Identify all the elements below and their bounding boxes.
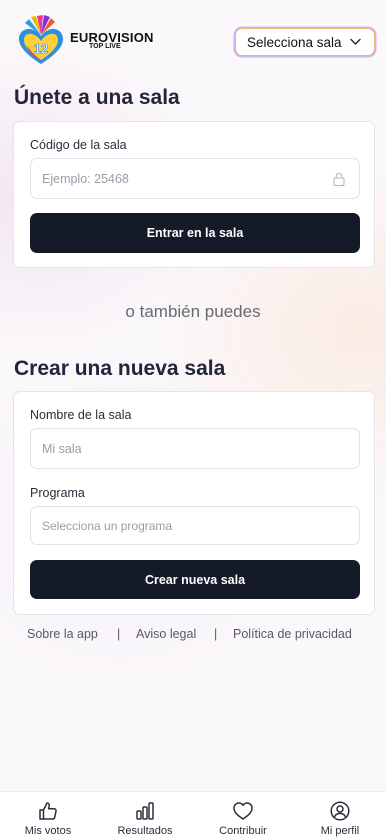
join-room-card: Código de la sala Ejemplo: 25468 Entrar …	[13, 121, 375, 268]
create-room-title: Crear una nueva sala	[14, 357, 226, 380]
room-name-input[interactable]: Mi sala	[30, 428, 360, 469]
user-circle-icon	[330, 801, 350, 821]
tab-my-votes[interactable]: Mis votos	[8, 792, 88, 839]
bar-chart-icon	[136, 802, 154, 820]
heart-logo-icon: 12	[19, 15, 63, 64]
room-name-label: Nombre de la sala	[30, 408, 132, 422]
room-select[interactable]: Selecciona sala	[235, 28, 375, 56]
bottom-tab-bar: Mis votos Resultados Contribuir Mi perfi…	[0, 791, 386, 839]
room-name-placeholder: Mi sala	[42, 441, 82, 456]
tab-my-profile[interactable]: Mi perfil	[300, 792, 380, 839]
legal-notice-link[interactable]: Aviso legal	[136, 627, 196, 641]
link-separator: |	[214, 627, 218, 641]
join-room-button[interactable]: Entrar en la sala	[30, 213, 360, 253]
program-select[interactable]: Selecciona un programa	[30, 506, 360, 545]
tab-contribute-label: Contribuir	[219, 825, 267, 837]
link-separator: |	[117, 627, 121, 641]
room-code-input[interactable]: Ejemplo: 25468	[30, 158, 360, 199]
tab-my-profile-label: Mi perfil	[320, 825, 360, 837]
privacy-policy-link[interactable]: Política de privacidad	[233, 627, 352, 641]
room-code-placeholder: Ejemplo: 25468	[42, 171, 129, 186]
eurovision-logo[interactable]: 12 EUROVISION TOP LIVE	[17, 15, 157, 67]
chevron-down-icon	[350, 38, 361, 45]
program-placeholder: Selecciona un programa	[42, 518, 173, 533]
thumbs-up-icon	[39, 802, 57, 820]
room-select-label: Selecciona sala	[247, 34, 342, 50]
create-room-button[interactable]: Crear nueva sala	[30, 560, 360, 599]
divider-text: o también puedes	[125, 302, 261, 321]
join-room-title: Únete a una sala	[14, 86, 180, 109]
tab-contribute[interactable]: Contribuir	[203, 792, 283, 839]
create-room-card: Nombre de la sala Mi sala Programa Selec…	[13, 391, 375, 615]
program-label: Programa	[30, 486, 85, 500]
lock-icon	[333, 172, 345, 186]
footer-links: Sobre la app | Aviso legal | Política de…	[0, 627, 386, 643]
heart-icon	[233, 802, 253, 820]
tab-results[interactable]: Resultados	[105, 792, 185, 839]
room-code-label: Código de la sala	[30, 138, 127, 152]
app-header: 12 EUROVISION TOP LIVE Selecciona sala	[0, 0, 386, 80]
logo-subtitle: TOP LIVE	[89, 43, 121, 50]
tab-results-label: Resultados	[117, 825, 173, 837]
about-link[interactable]: Sobre la app	[27, 627, 98, 641]
logo-badge: 12	[34, 41, 48, 56]
tab-my-votes-label: Mis votos	[24, 825, 72, 837]
